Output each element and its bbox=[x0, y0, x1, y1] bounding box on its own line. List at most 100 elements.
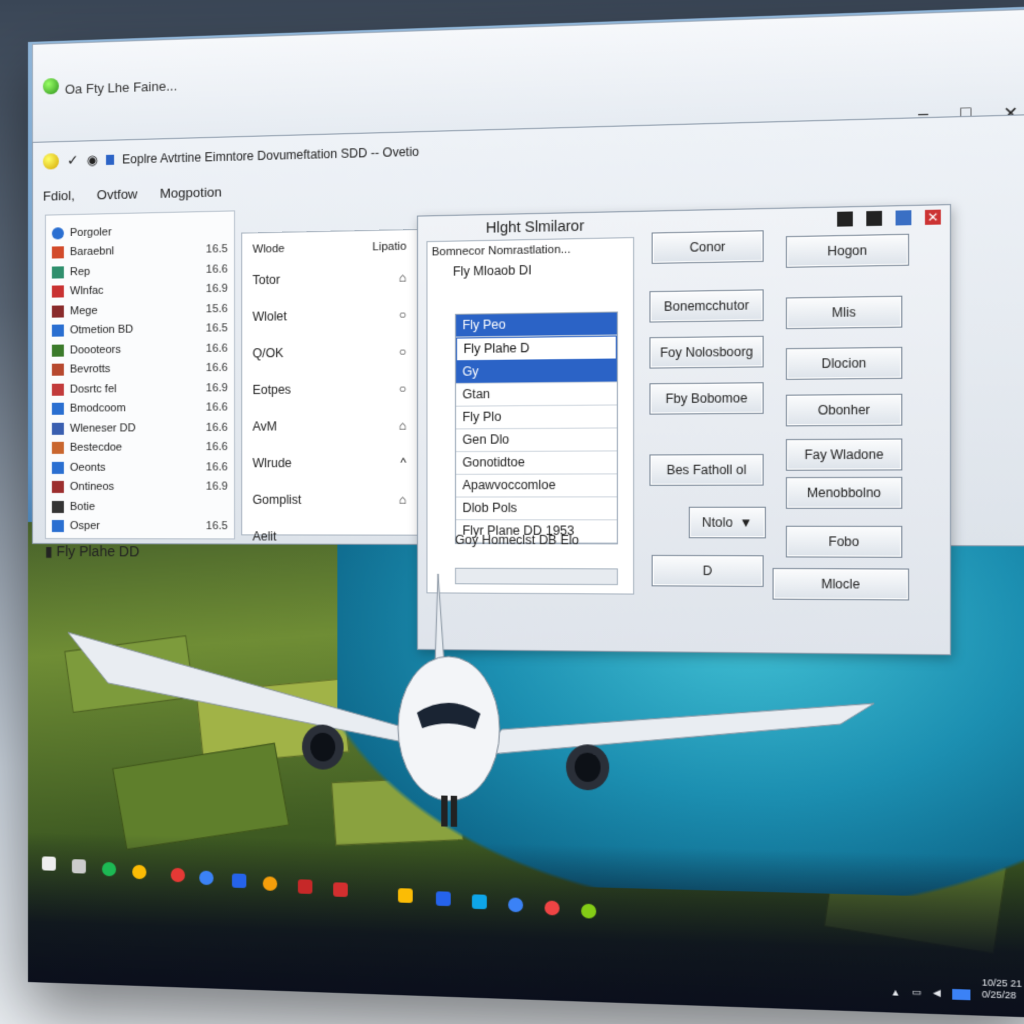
file-explorer-icon[interactable] bbox=[231, 873, 247, 889]
list-item[interactable]: Dlob Pols bbox=[456, 497, 617, 521]
list-item[interactable]: Fly Peo bbox=[456, 312, 617, 338]
file-icon bbox=[51, 422, 64, 435]
dropdown-button[interactable]: Ntolo ▼ bbox=[688, 506, 766, 539]
folder-icon bbox=[51, 226, 64, 240]
list-item[interactable]: Apawvoccomloe bbox=[456, 474, 617, 498]
list-item[interactable]: Bestecdoe 16.6 bbox=[46, 437, 234, 458]
file-icon bbox=[51, 344, 64, 357]
list-item[interactable]: Gen Dlo bbox=[456, 428, 617, 453]
taskbar: ▲ ▭ ◀ 10/25 21 0/25/28 bbox=[28, 832, 1024, 1018]
list-item[interactable]: Mege 15.6 bbox=[46, 299, 234, 321]
browser-icon[interactable] bbox=[398, 888, 413, 903]
chevron-up-icon[interactable]: ▲ bbox=[891, 987, 901, 998]
button[interactable]: Bes Fatholl ol bbox=[649, 453, 764, 486]
list-item[interactable]: Osper 16.5 bbox=[46, 517, 234, 537]
edge-icon[interactable] bbox=[508, 897, 524, 913]
middle-row[interactable]: Wlrude ^ bbox=[242, 444, 417, 481]
list-item[interactable]: Doooteors 16.6 bbox=[46, 338, 234, 360]
row-glyph-icon: ⌂ bbox=[398, 270, 407, 285]
list-item[interactable]: Otmetion BD 16.5 bbox=[46, 319, 234, 341]
airplane-image bbox=[67, 572, 874, 827]
button[interactable]: Fobo bbox=[785, 525, 903, 558]
browser-icon[interactable] bbox=[199, 870, 214, 886]
clock[interactable]: 10/25 21 0/25/28 bbox=[982, 977, 1022, 1002]
list-item[interactable]: Dosrtc fel 16.9 bbox=[46, 378, 234, 399]
middle-row[interactable]: Aelit bbox=[242, 518, 417, 555]
menu-navigation[interactable]: Mogpotion bbox=[160, 184, 222, 201]
dialog-restore-button[interactable] bbox=[866, 210, 883, 227]
file-explorer-icon[interactable] bbox=[435, 891, 451, 907]
button[interactable]: Fay Wladone bbox=[785, 438, 903, 471]
dialog-maximize-button[interactable] bbox=[895, 210, 912, 226]
eye-icon[interactable]: ◉ bbox=[87, 152, 98, 168]
list-item[interactable]: Bevrotts 16.6 bbox=[46, 358, 234, 380]
list-item[interactable]: Ontineos 16.9 bbox=[46, 477, 234, 497]
browser-icon[interactable] bbox=[170, 867, 185, 883]
menu-view[interactable]: Ovtfow bbox=[97, 186, 138, 202]
list-item[interactable]: Bmodcoom 16.6 bbox=[46, 398, 234, 419]
button[interactable]: Mlis bbox=[785, 295, 903, 330]
dialog-close-button[interactable]: ✕ bbox=[924, 209, 941, 225]
button[interactable]: Foy Nolosboorg bbox=[649, 335, 764, 369]
menu-bar: Fdiol, Ovtfow Mogpotion bbox=[43, 184, 222, 203]
list-item[interactable]: Botie bbox=[46, 497, 234, 517]
button[interactable]: Fby Bobomoe bbox=[649, 382, 764, 415]
app-icon[interactable] bbox=[297, 879, 313, 894]
left-list-panel: Porgoler Baraebnl 16.5 Rep 16.6 Wlnfac 16.9… bbox=[44, 210, 236, 540]
monitor-screen: Oa Fty Lhe Faine... – □ ✕ ✓ ◉ Eoplre Avt… bbox=[28, 6, 1024, 1018]
check-icon[interactable]: ✓ bbox=[67, 152, 79, 169]
task-view-icon[interactable] bbox=[71, 859, 86, 874]
notification-icon[interactable] bbox=[952, 988, 971, 1001]
middle-panel: Wlode Lipatio Totor ⌂ Wlolet ○ Q/OK ○ Eotpe… bbox=[241, 228, 430, 544]
middle-row[interactable]: Eotpes ○ bbox=[242, 370, 417, 408]
dialog-list-panel: Bomnecor Nomrastlation... Fly Mloaob DI … bbox=[426, 237, 635, 595]
bookmark-icon[interactable] bbox=[106, 154, 115, 165]
button[interactable]: Menobbolno bbox=[785, 476, 903, 509]
middle-row[interactable]: Totor ⌂ bbox=[242, 259, 417, 299]
file-icon bbox=[51, 246, 64, 259]
app-title: Eoplre Avtrtine Eimntore Dovumeftation S… bbox=[122, 144, 420, 167]
button[interactable]: Bonemcchutor bbox=[649, 289, 764, 323]
file-icon bbox=[51, 383, 64, 396]
app-icon[interactable] bbox=[333, 882, 348, 898]
music-app-icon[interactable] bbox=[102, 861, 117, 877]
row-glyph-icon: ○ bbox=[398, 344, 407, 359]
left-footer[interactable]: ▮ Fly Plahe DD bbox=[45, 543, 139, 560]
dialog-minimize-button[interactable] bbox=[837, 211, 853, 227]
browser-icon[interactable] bbox=[132, 864, 147, 880]
program-icon: ▮ bbox=[44, 543, 57, 560]
list-item[interactable]: Gonotidtoe bbox=[456, 451, 617, 475]
dialog-list: Fly Peo Fly Plahe D Gy Gtan Fly Plo Gen … bbox=[454, 311, 618, 545]
list-item[interactable]: Gtan bbox=[456, 382, 617, 407]
browser-icon[interactable] bbox=[544, 900, 560, 916]
app-logo-icon bbox=[42, 77, 59, 95]
system-tray: ▲ ▭ ◀ 10/25 21 0/25/28 bbox=[891, 974, 1022, 1002]
list-item[interactable]: Oeonts 16.6 bbox=[46, 457, 234, 477]
row-glyph-icon: ^ bbox=[400, 455, 407, 470]
start-icon[interactable] bbox=[41, 856, 56, 871]
network-icon[interactable]: ▭ bbox=[912, 987, 922, 999]
list-item[interactable]: Wleneser DD 16.6 bbox=[46, 418, 234, 439]
store-icon[interactable] bbox=[471, 894, 487, 910]
home-icon[interactable] bbox=[42, 152, 59, 170]
list-item[interactable]: Fly Plo bbox=[456, 405, 617, 430]
file-icon bbox=[51, 442, 64, 455]
file-icon bbox=[51, 363, 64, 377]
middle-row[interactable]: AvM ⌂ bbox=[242, 407, 417, 445]
button[interactable]: Conor bbox=[651, 230, 764, 264]
list-item[interactable]: Fly Plahe D bbox=[456, 335, 617, 362]
middle-row[interactable]: Gomplist ⌂ bbox=[242, 481, 417, 518]
menu-file[interactable]: Fdiol, bbox=[43, 188, 75, 204]
browser-icon[interactable] bbox=[262, 876, 278, 891]
button[interactable]: Hogon bbox=[785, 233, 910, 268]
button[interactable]: Obonher bbox=[785, 393, 903, 427]
middle-row[interactable]: Q/OK ○ bbox=[242, 333, 417, 372]
browser-icon[interactable] bbox=[581, 903, 597, 919]
dialog-list-footer: Goy Homeclst DB Elo bbox=[454, 532, 580, 548]
volume-icon[interactable]: ◀ bbox=[933, 987, 941, 999]
middle-row[interactable]: Wlolet ○ bbox=[242, 296, 417, 335]
list-item[interactable]: Gy bbox=[456, 359, 617, 385]
file-icon bbox=[51, 520, 64, 533]
file-icon bbox=[51, 285, 64, 298]
button[interactable]: Dlocion bbox=[785, 346, 903, 380]
